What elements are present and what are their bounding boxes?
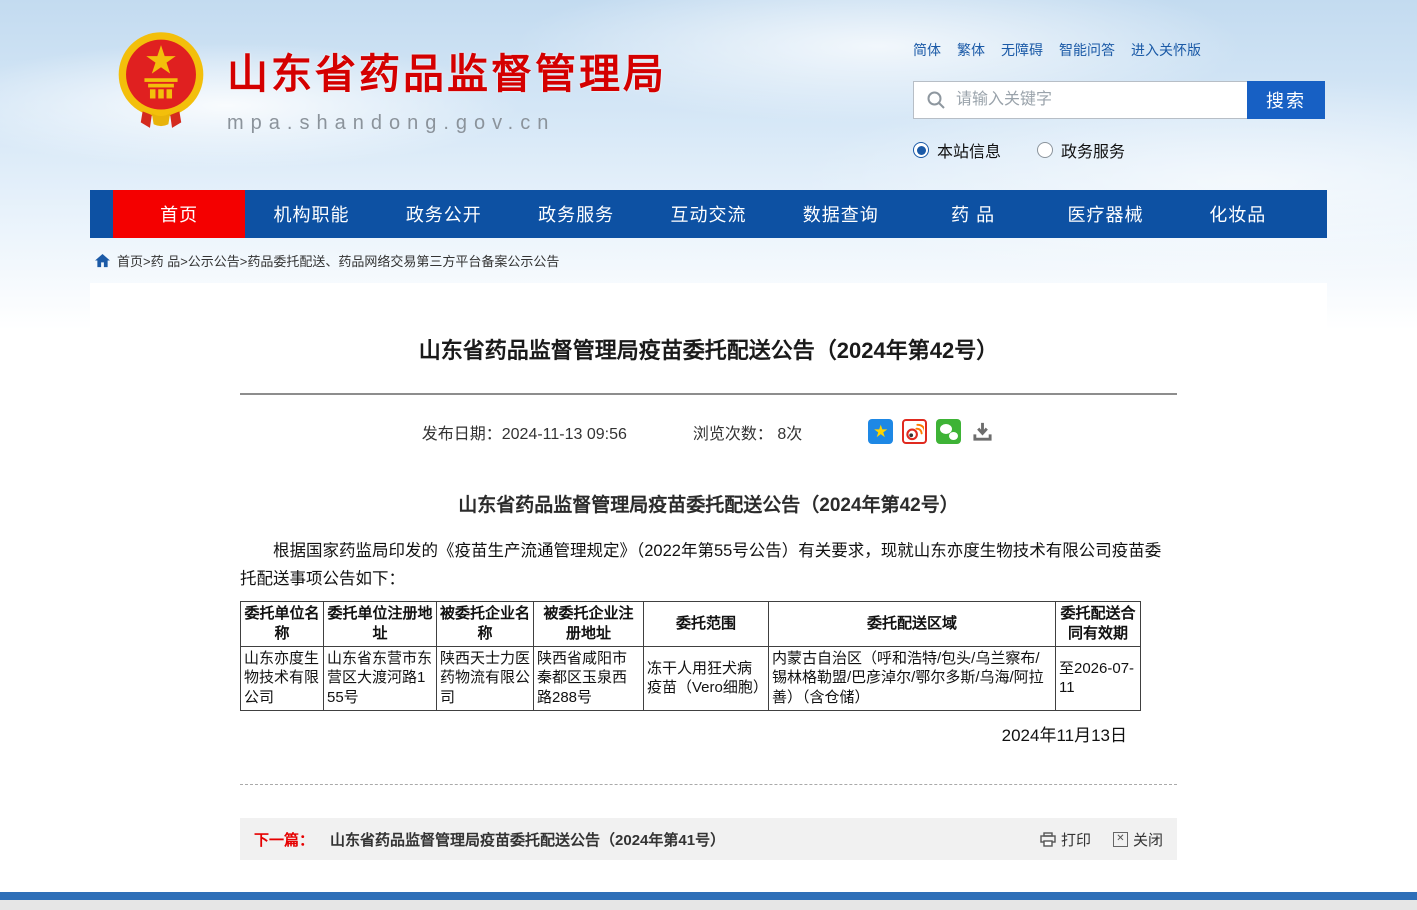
share-toolbar: ★ [868,419,995,444]
article-card: 山东省药品监督管理局疫苗委托配送公告（2024年第42号） 发布日期：2024-… [90,283,1327,878]
site-header: 山东省药品监督管理局 mpa.shandong.gov.cn 简体 繁体 无障碍… [90,0,1327,190]
close-label: 关闭 [1133,829,1163,850]
nav-item-cosmetics[interactable]: 化妆品 [1172,190,1304,238]
link-smart-qa[interactable]: 智能问答 [1059,40,1115,60]
view-count: 浏览次数： 8次 [693,420,802,444]
search-icon [926,90,946,110]
nav-item-home[interactable]: 首页 [113,190,245,238]
nav-item-gov-disclosure[interactable]: 政务公开 [378,190,510,238]
nav-item-medical-devices[interactable]: 医疗器械 [1039,190,1171,238]
view-count-label: 浏览次数： [693,426,773,443]
search-box [913,81,1247,119]
download-icon[interactable] [970,419,995,444]
col-entrusted-address: 被委托企业注册地址 [534,602,644,647]
col-entrusting-unit: 委托单位名称 [241,602,324,647]
breadcrumb-path[interactable]: 首页>药 品>公示公告>药品委托配送、药品网络交易第三方平台备案公示公告 [117,251,559,270]
article-meta: 发布日期：2024-11-13 09:56 浏览次数： 8次 ★ [240,395,1177,454]
cell-entrusting-address: 山东省东营市东营区大渡河路155号 [324,646,437,710]
top-utility-links: 简体 繁体 无障碍 智能问答 进入关怀版 [913,40,1325,60]
printer-icon [1040,832,1056,847]
table-header-row: 委托单位名称 委托单位注册地址 被委托企业名称 被委托企业注册地址 委托范围 委… [241,602,1141,647]
col-scope: 委托范围 [644,602,769,647]
qzone-share-icon[interactable]: ★ [868,419,893,444]
cell-contract-validity: 至2026-07-11 [1056,646,1141,710]
dashed-divider [240,784,1177,785]
close-button[interactable]: ✕ 关闭 [1113,829,1163,850]
publish-date-label: 发布日期： [422,426,502,443]
col-delivery-region: 委托配送区域 [769,602,1056,647]
cell-entrusted-address: 陕西省咸阳市秦都区玉泉西路288号 [534,646,644,710]
link-accessibility[interactable]: 无障碍 [1001,40,1043,60]
radio-selected-icon [913,142,929,158]
site-name: 山东省药品监督管理局 [227,40,667,100]
col-entrusted-company: 被委托企业名称 [437,602,534,647]
search-scope-options: 本站信息 政务服务 [913,138,1325,162]
signature-date: 2024年11月13日 [240,711,1177,746]
article-paragraph: 根据国家药监局印发的《疫苗生产流通管理规定》（2022年第55号公告）有关要求，… [240,537,1177,593]
prev-next-bar: 下一篇： 山东省药品监督管理局疫苗委托配送公告（2024年第41号） 打印 ✕ … [240,818,1177,860]
site-url: mpa.shandong.gov.cn [227,112,667,135]
nav-item-interaction[interactable]: 互动交流 [642,190,774,238]
link-care-mode[interactable]: 进入关怀版 [1131,40,1201,60]
footer-blue-bar [0,892,1417,900]
weibo-share-icon[interactable] [902,419,927,444]
nav-item-org-duties[interactable]: 机构职能 [245,190,377,238]
scope-option-label: 政务服务 [1061,138,1125,162]
nav-item-gov-services[interactable]: 政务服务 [510,190,642,238]
print-label: 打印 [1061,829,1091,850]
scope-option-site-info[interactable]: 本站信息 [913,138,1001,162]
radio-unselected-icon [1037,142,1053,158]
search-button[interactable]: 搜索 [1247,81,1325,119]
article-body-title: 山东省药品监督管理局疫苗委托配送公告（2024年第42号） [240,490,1177,517]
publish-date: 发布日期：2024-11-13 09:56 [422,420,627,444]
scope-option-gov-services[interactable]: 政务服务 [1037,138,1125,162]
col-entrusting-address: 委托单位注册地址 [324,602,437,647]
nav-item-drugs[interactable]: 药 品 [907,190,1039,238]
cell-delivery-region: 内蒙古自治区（呼和浩特/包头/乌兰察布/锡林格勒盟/巴彦淖尔/鄂尔多斯/乌海/阿… [769,646,1056,710]
search-bar: 搜索 [913,81,1325,119]
wechat-share-icon[interactable] [936,419,961,444]
close-icon: ✕ [1113,832,1128,847]
publish-date-value: 2024-11-13 09:56 [502,426,627,443]
footer-gray-area [0,900,1417,910]
cell-entrusted-company: 陕西天士力医药物流有限公司 [437,646,534,710]
next-article-link[interactable]: 山东省药品监督管理局疫苗委托配送公告（2024年第41号） [330,829,725,850]
national-emblem [115,30,207,132]
site-identity: 山东省药品监督管理局 mpa.shandong.gov.cn [227,30,667,135]
breadcrumb: 首页>药 品>公示公告>药品委托配送、药品网络交易第三方平台备案公示公告 [90,238,1327,283]
cell-scope: 冻干人用狂犬病疫苗（Vero细胞） [644,646,769,710]
home-icon [95,254,110,268]
link-simplified-chinese[interactable]: 简体 [913,40,941,60]
scope-option-label: 本站信息 [937,138,1001,162]
col-contract-validity: 委托配送合同有效期 [1056,602,1141,647]
header-utilities: 简体 繁体 无障碍 智能问答 进入关怀版 搜索 本 [913,40,1325,162]
page-title: 山东省药品监督管理局疫苗委托配送公告（2024年第42号） [240,283,1177,393]
next-article-label: 下一篇： [254,829,314,850]
cell-entrusting-unit: 山东亦度生物技术有限公司 [241,646,324,710]
nav-item-data-query[interactable]: 数据查询 [775,190,907,238]
article-actions: 打印 ✕ 关闭 [1040,829,1163,850]
table-row: 山东亦度生物技术有限公司 山东省东营市东营区大渡河路155号 陕西天士力医药物流… [241,646,1141,710]
main-navigation: 首页 机构职能 政务公开 政务服务 互动交流 数据查询 药 品 医疗器械 化妆品 [90,190,1327,238]
print-button[interactable]: 打印 [1040,829,1091,850]
link-traditional-chinese[interactable]: 繁体 [957,40,985,60]
view-count-value: 8次 [777,426,802,443]
vaccine-delivery-table: 委托单位名称 委托单位注册地址 被委托企业名称 被委托企业注册地址 委托范围 委… [240,601,1141,711]
search-input[interactable] [946,82,1247,118]
